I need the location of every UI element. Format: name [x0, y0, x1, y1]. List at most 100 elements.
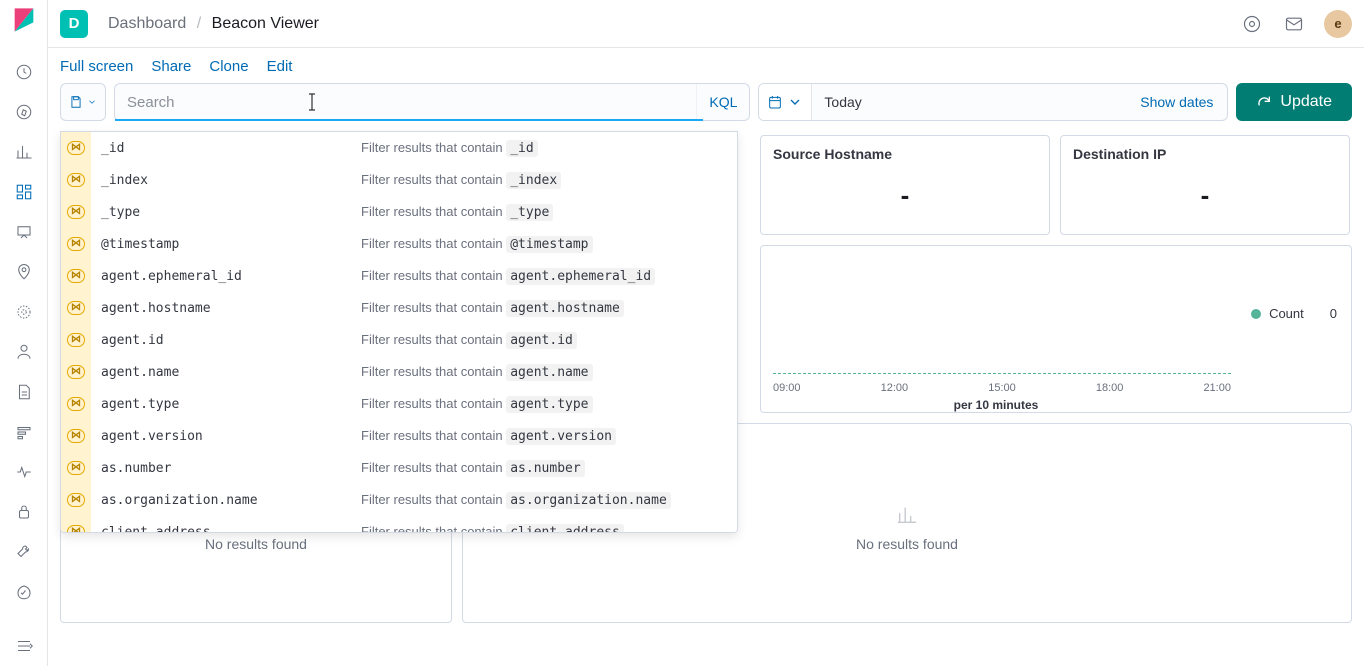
save-icon: [69, 95, 83, 109]
nav-collapse-icon[interactable]: [12, 634, 36, 658]
nav-ml-icon[interactable]: [12, 300, 36, 324]
calendar-icon: [767, 94, 783, 110]
nav-recent-icon[interactable]: [12, 60, 36, 84]
no-results-text: No results found: [205, 536, 307, 552]
autocomplete-field-name: _type: [91, 205, 361, 220]
user-avatar[interactable]: e: [1324, 10, 1352, 38]
autocomplete-item[interactable]: ⋈agent.typeFilter results that contain a…: [61, 388, 737, 420]
kibana-logo[interactable]: [10, 6, 38, 34]
date-picker: Today Show dates: [758, 83, 1228, 121]
no-results-icon: [896, 504, 918, 526]
nav-devtools-icon[interactable]: [12, 540, 36, 564]
main-content: D Dashboard / Beacon Viewer e Full scree…: [48, 0, 1364, 666]
chart-tick: 18:00: [1096, 382, 1124, 394]
panel-timeline-chart: Count 0 09:0012:0015:0018:0021:00 per 10…: [760, 245, 1352, 413]
field-type-icon: ⋈: [61, 356, 91, 388]
autocomplete-description: Filter results that contain _type: [361, 204, 737, 220]
autocomplete-item[interactable]: ⋈as.numberFilter results that contain as…: [61, 452, 737, 484]
mail-icon[interactable]: [1282, 12, 1306, 36]
autocomplete-description: Filter results that contain agent.name: [361, 364, 737, 380]
autocomplete-description: Filter results that contain agent.hostna…: [361, 300, 737, 316]
search-input[interactable]: [115, 84, 696, 120]
chart-tick: 21:00: [1203, 382, 1231, 394]
nav-apm-icon[interactable]: [12, 420, 36, 444]
full-screen-link[interactable]: Full screen: [60, 58, 133, 75]
autocomplete-item[interactable]: ⋈_indexFilter results that contain _inde…: [61, 164, 737, 196]
date-quick-select[interactable]: [759, 84, 812, 120]
field-type-icon: ⋈: [61, 516, 91, 533]
field-type-icon: ⋈: [61, 228, 91, 260]
show-dates-link[interactable]: Show dates: [1126, 84, 1227, 120]
chart-x-ticks: 09:0012:0015:0018:0021:00: [773, 382, 1231, 394]
kql-toggle[interactable]: KQL: [696, 84, 749, 120]
autocomplete-field-name: _id: [91, 141, 361, 156]
update-button-label: Update: [1280, 93, 1332, 111]
autocomplete-description: Filter results that contain agent.type: [361, 396, 737, 412]
search-focus-indicator: [115, 119, 703, 121]
autocomplete-description: Filter results that contain agent.epheme…: [361, 268, 737, 284]
autocomplete-field-name: @timestamp: [91, 237, 361, 252]
autocomplete-field-name: as.number: [91, 461, 361, 476]
breadcrumb-root[interactable]: Dashboard: [108, 15, 186, 32]
update-button[interactable]: Update: [1236, 83, 1352, 121]
chart-tick: 09:00: [773, 382, 801, 394]
clone-link[interactable]: Clone: [209, 58, 248, 75]
autocomplete-field-name: agent.name: [91, 365, 361, 380]
nav-canvas-icon[interactable]: [12, 220, 36, 244]
autocomplete-item[interactable]: ⋈agent.hostnameFilter results that conta…: [61, 292, 737, 324]
breadcrumb-current: Beacon Viewer: [212, 15, 319, 32]
autocomplete-field-name: agent.type: [91, 397, 361, 412]
nav-infra-icon[interactable]: [12, 340, 36, 364]
autocomplete-item[interactable]: ⋈client.addressFilter results that conta…: [61, 516, 737, 533]
query-bar: KQL Today Show dates Update: [48, 83, 1364, 131]
nav-monitoring-icon[interactable]: [12, 580, 36, 604]
dashboard-actions: Full screen Share Clone Edit: [48, 48, 1364, 83]
nav-siem-icon[interactable]: [12, 500, 36, 524]
breadcrumb: Dashboard / Beacon Viewer: [108, 15, 319, 33]
autocomplete-item[interactable]: ⋈as.organization.nameFilter results that…: [61, 484, 737, 516]
panel-value: -: [1073, 180, 1337, 211]
autocomplete-field-name: as.organization.name: [91, 493, 361, 508]
edit-link[interactable]: Edit: [267, 58, 293, 75]
autocomplete-item[interactable]: ⋈_typeFilter results that contain _type: [61, 196, 737, 228]
field-type-icon: ⋈: [61, 452, 91, 484]
nav-maps-icon[interactable]: [12, 260, 36, 284]
newsfeed-icon[interactable]: [1240, 12, 1264, 36]
panel-destination-ip: Destination IP -: [1060, 135, 1350, 235]
panel-title: Destination IP: [1073, 146, 1337, 162]
legend-value: 0: [1330, 306, 1337, 321]
autocomplete-field-name: agent.ephemeral_id: [91, 269, 361, 284]
autocomplete-field-name: client.address: [91, 525, 361, 534]
autocomplete-item[interactable]: ⋈agent.nameFilter results that contain a…: [61, 356, 737, 388]
field-type-icon: ⋈: [61, 196, 91, 228]
panels-area: ⋈_idFilter results that contain _id⋈_ind…: [48, 131, 1364, 666]
chart-caption: per 10 minutes: [761, 398, 1231, 412]
nav-uptime-icon[interactable]: [12, 460, 36, 484]
search-autocomplete[interactable]: ⋈_idFilter results that contain _id⋈_ind…: [60, 131, 738, 533]
autocomplete-item[interactable]: ⋈@timestampFilter results that contain @…: [61, 228, 737, 260]
panel-source-hostname: Source Hostname -: [760, 135, 1050, 235]
space-selector[interactable]: D: [60, 10, 88, 38]
autocomplete-item[interactable]: ⋈agent.versionFilter results that contai…: [61, 420, 737, 452]
chevron-down-icon: [87, 97, 97, 107]
autocomplete-description: Filter results that contain client.addre…: [361, 524, 737, 533]
panel-value: -: [773, 180, 1037, 211]
chevron-down-icon: [787, 94, 803, 110]
date-range-label[interactable]: Today: [812, 84, 1126, 120]
header-bar: D Dashboard / Beacon Viewer e: [48, 0, 1364, 48]
autocomplete-item[interactable]: ⋈_idFilter results that contain _id: [61, 132, 737, 164]
autocomplete-field-name: agent.version: [91, 429, 361, 444]
share-link[interactable]: Share: [151, 58, 191, 75]
autocomplete-item[interactable]: ⋈agent.ephemeral_idFilter results that c…: [61, 260, 737, 292]
nav-dashboard-icon[interactable]: [12, 180, 36, 204]
nav-visualize-icon[interactable]: [12, 140, 36, 164]
autocomplete-item[interactable]: ⋈agent.idFilter results that contain age…: [61, 324, 737, 356]
nav-logs-icon[interactable]: [12, 380, 36, 404]
saved-queries-button[interactable]: [60, 83, 106, 121]
side-nav: [0, 0, 48, 666]
autocomplete-description: Filter results that contain _id: [361, 140, 737, 156]
legend-label: Count: [1269, 306, 1304, 321]
chart-legend: Count 0: [1251, 306, 1337, 321]
nav-discover-icon[interactable]: [12, 100, 36, 124]
breadcrumb-separator: /: [197, 15, 201, 32]
